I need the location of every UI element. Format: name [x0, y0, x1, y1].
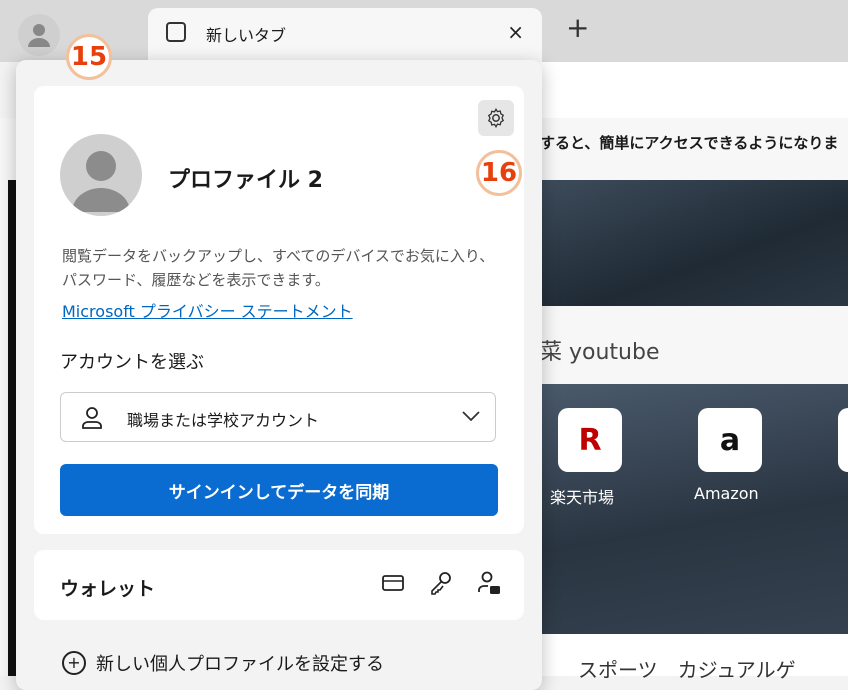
quick-link-label: Amazon — [694, 484, 759, 503]
step-badge-16: 16 — [476, 150, 522, 196]
profile-avatar-button[interactable] — [18, 14, 60, 56]
ntp-search-text[interactable]: 菜 youtube — [540, 334, 660, 366]
tab-title: 新しいタブ — [206, 26, 287, 45]
avatar — [60, 134, 142, 216]
wallet-icons — [380, 570, 502, 596]
add-new-profile-button[interactable]: + 新しい個人プロファイルを設定する — [62, 650, 384, 676]
privacy-statement-link[interactable]: Microsoft プライバシー ステートメント — [62, 298, 353, 322]
quick-link-amazon[interactable]: a — [698, 408, 762, 472]
ntp-feed-tabs[interactable]: スポーツ カジュアルゲ — [578, 654, 796, 683]
ntp-banner-text: すると、簡単にアクセスできるようになりま — [540, 134, 839, 152]
key-icon[interactable] — [428, 570, 454, 596]
quick-link-label: 楽天市場 — [550, 488, 615, 507]
plus-circle-icon: + — [62, 651, 86, 675]
new-tab-button[interactable]: + — [566, 14, 589, 42]
add-new-profile-label: 新しい個人プロファイルを設定する — [96, 654, 384, 675]
quick-link-rakuten[interactable]: R — [558, 408, 622, 472]
person-icon — [82, 407, 102, 429]
wallet-card[interactable]: ウォレット — [34, 550, 524, 620]
step-badge-15: 15 — [66, 34, 112, 80]
rakuten-logo-icon: R — [578, 422, 602, 458]
sign-in-sync-button[interactable]: サインインしてデータを同期 — [60, 464, 498, 516]
profile-icon — [28, 24, 50, 47]
gear-icon — [487, 108, 505, 128]
address-bar[interactable] — [540, 62, 848, 118]
new-tab-page-icon — [166, 22, 186, 42]
chevron-down-icon — [462, 411, 480, 422]
choose-account-label: アカウントを選ぶ — [60, 352, 204, 373]
background-image — [540, 180, 848, 306]
profile-settings-button[interactable] — [478, 100, 514, 136]
close-icon[interactable]: × — [507, 20, 524, 44]
title-bar: 新しいタブ × + — [0, 0, 848, 64]
wallet-title: ウォレット — [60, 578, 156, 600]
profile-description: 閲覧データをバックアップし、すべてのデバイスでお気に入り、パスワード、履歴などを… — [62, 247, 495, 289]
profile-flyout: プロファイル 2 閲覧データをバックアップし、すべてのデバイスでお気に入り、パス… — [16, 60, 542, 690]
account-select-value: 職場または学校アカウント — [127, 411, 320, 430]
credit-card-icon[interactable] — [380, 570, 406, 596]
personal-info-icon[interactable] — [476, 570, 502, 596]
quick-link-partial[interactable] — [838, 408, 848, 472]
profile-icon — [72, 151, 130, 212]
profile-card: プロファイル 2 閲覧データをバックアップし、すべてのデバイスでお気に入り、パス… — [34, 86, 524, 534]
profile-name: プロファイル 2 — [168, 168, 323, 193]
amazon-logo-icon: a — [719, 422, 741, 458]
account-select[interactable]: 職場または学校アカウント — [60, 392, 496, 442]
tab-new-tab[interactable]: 新しいタブ × — [148, 8, 542, 64]
